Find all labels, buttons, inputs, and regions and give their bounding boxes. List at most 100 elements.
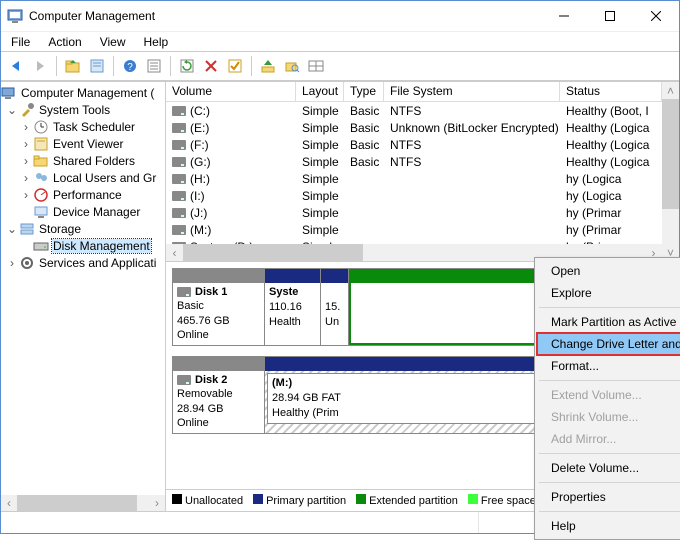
scroll-thumb[interactable] <box>17 495 137 511</box>
volume-row[interactable]: (F:)SimpleBasicNTFSHealthy (Logica <box>166 136 662 153</box>
scroll-thumb[interactable] <box>662 99 679 209</box>
col-volume[interactable]: Volume <box>166 82 296 101</box>
partition-bar <box>321 269 348 283</box>
delete-icon[interactable] <box>200 55 222 77</box>
menu-action[interactable]: Action <box>40 33 89 51</box>
cell-layout: Simple <box>296 172 344 186</box>
chevron-down-icon[interactable]: ⌄ <box>5 103 19 117</box>
col-status[interactable]: Status <box>560 82 662 101</box>
volume-row[interactable]: (H:)Simplehy (Logica <box>166 170 662 187</box>
cm-sep <box>539 380 680 381</box>
list-icon[interactable] <box>143 55 165 77</box>
chevron-right-icon[interactable]: › <box>19 137 33 151</box>
cell-status: hy (Logica <box>560 172 662 186</box>
scroll-track[interactable] <box>17 495 149 511</box>
tree-hscroll[interactable]: ‹ › <box>1 495 165 511</box>
volume-row[interactable]: (I:)Simplehy (Logica <box>166 187 662 204</box>
menu-view[interactable]: View <box>92 33 134 51</box>
cell-type: Basic <box>344 121 384 135</box>
back-icon[interactable] <box>5 55 27 77</box>
tree-disk-management[interactable]: Disk Management <box>1 237 165 254</box>
tree-storage[interactable]: ⌄ Storage <box>1 220 165 237</box>
computer-icon <box>1 85 17 101</box>
search-icon[interactable] <box>281 55 303 77</box>
chevron-down-icon[interactable]: ⌄ <box>5 222 19 236</box>
tree-body: Computer Management ( ⌄ System Tools › T… <box>1 82 165 495</box>
toolbar-sep <box>170 56 171 76</box>
col-type[interactable]: Type <box>344 82 384 101</box>
upload-icon[interactable] <box>257 55 279 77</box>
partition[interactable]: 15.Un <box>321 269 349 345</box>
content-pane: Volume Layout Type File System Status (C… <box>166 82 679 511</box>
disk-info-text: Disk 1 Basic 465.76 GB Online <box>173 283 264 344</box>
cm-delete[interactable]: Delete Volume... <box>537 457 680 479</box>
tree-root[interactable]: Computer Management ( <box>1 84 165 101</box>
partition[interactable]: Syste110.16Health <box>265 269 321 345</box>
menu-file[interactable]: File <box>3 33 38 51</box>
volume-row[interactable]: (J:)Simplehy (Primar <box>166 204 662 221</box>
app-icon <box>7 8 23 24</box>
tree-shared-folders[interactable]: › Shared Folders <box>1 152 165 169</box>
chevron-right-icon[interactable]: › <box>19 120 33 134</box>
volume-row[interactable]: (M:)Simplehy (Primar <box>166 221 662 238</box>
chevron-left-icon[interactable]: ‹ <box>166 244 183 261</box>
help-icon[interactable]: ? <box>119 55 141 77</box>
shared-folder-icon <box>33 153 49 169</box>
col-fs[interactable]: File System <box>384 82 560 101</box>
disk-info: Disk 1 Basic 465.76 GB Online <box>173 269 265 345</box>
minimize-button[interactable] <box>541 1 587 31</box>
close-button[interactable] <box>633 1 679 31</box>
volume-row[interactable]: (G:)SimpleBasicNTFSHealthy (Logica <box>166 153 662 170</box>
cm-properties[interactable]: Properties <box>537 486 680 508</box>
window-title: Computer Management <box>29 9 541 23</box>
chevron-right-icon[interactable]: › <box>5 256 19 270</box>
tree-label: Services and Applicati <box>38 256 157 270</box>
cm-explore[interactable]: Explore <box>537 282 680 304</box>
tree-services[interactable]: › Services and Applicati <box>1 254 165 271</box>
check-icon[interactable] <box>224 55 246 77</box>
chevron-left-icon[interactable]: ‹ <box>1 496 17 510</box>
scroll-thumb[interactable] <box>183 244 363 261</box>
forward-icon[interactable] <box>29 55 51 77</box>
cm-open[interactable]: Open <box>537 260 680 282</box>
event-icon <box>33 136 49 152</box>
legend-label: Primary partition <box>266 495 346 507</box>
chevron-right-icon[interactable]: › <box>19 171 33 185</box>
scroll-track[interactable] <box>662 99 679 244</box>
tree-performance[interactable]: › Performance <box>1 186 165 203</box>
legend-extended: Extended partition <box>356 494 458 507</box>
chevron-right-icon[interactable]: › <box>19 188 33 202</box>
legend-label: Extended partition <box>369 495 458 507</box>
cm-mark-active[interactable]: Mark Partition as Active <box>537 311 680 333</box>
drive-icon <box>172 208 186 218</box>
partition-bar <box>265 269 320 283</box>
folder-up-icon[interactable] <box>62 55 84 77</box>
menu-help[interactable]: Help <box>136 33 177 51</box>
cm-format[interactable]: Format... <box>537 355 680 377</box>
layout-icon[interactable] <box>305 55 327 77</box>
cell-volume: (G:) <box>166 155 296 169</box>
volume-row[interactable]: (E:)SimpleBasicUnknown (BitLocker Encryp… <box>166 119 662 136</box>
tree-system-tools[interactable]: ⌄ System Tools <box>1 101 165 118</box>
cell-type: Basic <box>344 155 384 169</box>
col-layout[interactable]: Layout <box>296 82 344 101</box>
cell-status: hy (Logica <box>560 189 662 203</box>
tree-local-users[interactable]: › Local Users and Gr <box>1 169 165 186</box>
tree-device-manager[interactable]: Device Manager <box>1 203 165 220</box>
disk-name: Disk 2 <box>195 374 227 386</box>
chevron-up-icon[interactable]: ˄ <box>662 82 679 99</box>
tree-event-viewer[interactable]: › Event Viewer <box>1 135 165 152</box>
tree-task-scheduler[interactable]: › Task Scheduler <box>1 118 165 135</box>
cm-mirror: Add Mirror... <box>537 428 680 450</box>
volume-vscroll[interactable]: ˄ ˅ <box>662 82 679 261</box>
chevron-right-icon[interactable]: › <box>19 154 33 168</box>
cell-volume: (F:) <box>166 138 296 152</box>
cell-layout: Simple <box>296 121 344 135</box>
volume-row[interactable]: (C:)SimpleBasicNTFSHealthy (Boot, I <box>166 102 662 119</box>
maximize-button[interactable] <box>587 1 633 31</box>
cm-extend: Extend Volume... <box>537 384 680 406</box>
cm-change-drive-letter[interactable]: Change Drive Letter and Paths... <box>537 333 680 355</box>
properties-icon[interactable] <box>86 55 108 77</box>
chevron-right-icon[interactable]: › <box>149 496 165 510</box>
refresh-icon[interactable] <box>176 55 198 77</box>
